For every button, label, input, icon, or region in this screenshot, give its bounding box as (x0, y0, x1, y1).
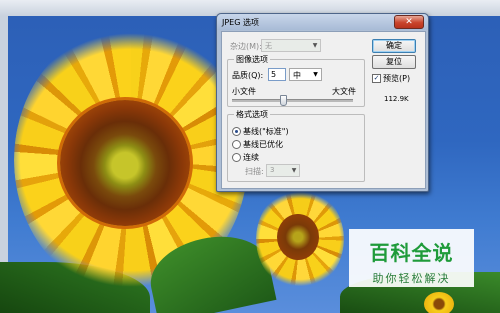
file-size-readout: 112.9K (384, 95, 409, 103)
jpeg-options-dialog: JPEG 选项 ✕ 杂边(M): 无 ▼ 图像选项 品质(Q): 5 中 ▼ 小… (216, 13, 429, 192)
ok-button[interactable]: 确定 (372, 39, 416, 53)
scans-value: 3 (270, 166, 275, 174)
close-button[interactable]: ✕ (394, 15, 424, 29)
quality-level-select[interactable]: 中 ▼ (289, 68, 322, 81)
baseline-standard-radio[interactable] (232, 127, 241, 136)
preview-checkbox[interactable]: ✓ (372, 74, 381, 83)
scans-select[interactable]: 3 ▼ (266, 164, 300, 177)
format-options-title: 格式选项 (234, 109, 270, 120)
chevron-down-icon: ▼ (312, 42, 318, 49)
quality-input[interactable]: 5 (268, 68, 286, 81)
scans-label: 扫描: (245, 167, 264, 176)
dialog-title: JPEG 选项 (222, 18, 259, 27)
dialog-titlebar[interactable]: JPEG 选项 ✕ (217, 14, 428, 30)
small-flower (424, 292, 454, 313)
progressive-label: 连续 (243, 153, 259, 162)
watermark: 百科全说 助你轻松解决 (349, 229, 474, 287)
chevron-down-icon: ▼ (291, 167, 297, 174)
quality-slider-track[interactable] (232, 99, 353, 102)
second-sunflower-center (277, 214, 319, 260)
watermark-subtitle: 助你轻松解决 (372, 272, 451, 285)
baseline-optimized-radio[interactable] (232, 140, 241, 149)
baseline-optimized-label: 基线已优化 (243, 140, 283, 149)
close-icon: ✕ (405, 17, 413, 27)
chevron-down-icon: ▼ (313, 71, 318, 78)
dialog-body: 杂边(M): 无 ▼ 图像选项 品质(Q): 5 中 ▼ 小文件 大文件 格式选… (221, 31, 426, 189)
sunflower-center (60, 100, 190, 226)
check-icon: ✓ (373, 74, 380, 82)
small-file-label: 小文件 (232, 87, 256, 96)
reset-button[interactable]: 复位 (372, 55, 416, 69)
quality-label: 品质(Q): (232, 71, 264, 80)
baseline-standard-label: 基线("标准") (243, 127, 289, 136)
quality-level-value: 中 (293, 71, 301, 80)
large-file-label: 大文件 (332, 87, 356, 96)
quality-slider-thumb[interactable] (279, 95, 287, 106)
preview-label: 预览(P) (383, 74, 411, 83)
matte-value: 无 (265, 42, 272, 50)
matte-label: 杂边(M): (230, 42, 262, 51)
progressive-radio[interactable] (232, 153, 241, 162)
image-options-title: 图像选项 (234, 54, 270, 65)
matte-select[interactable]: 无 ▼ (261, 39, 321, 52)
watermark-title: 百科全说 (369, 241, 454, 265)
